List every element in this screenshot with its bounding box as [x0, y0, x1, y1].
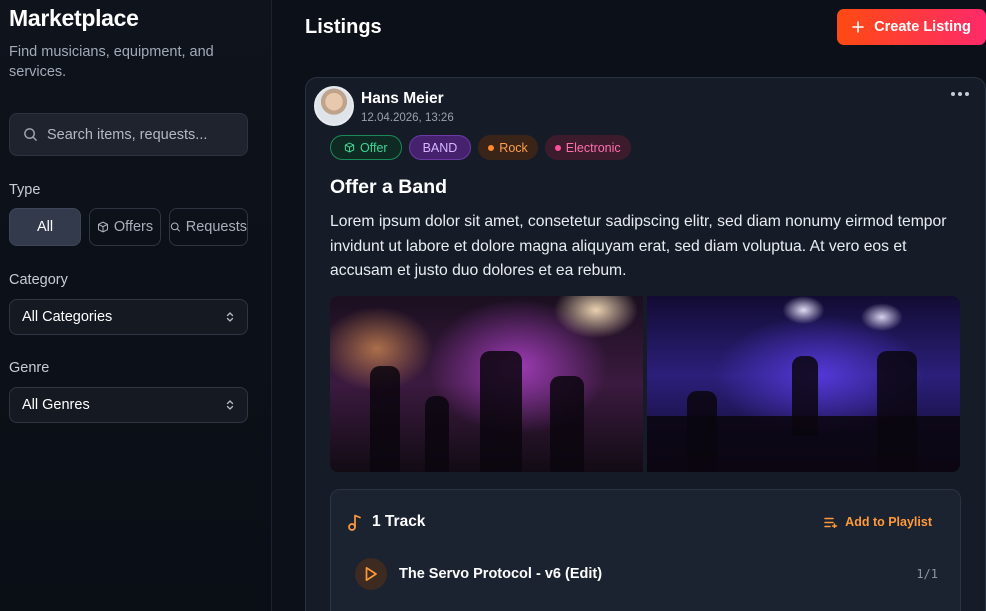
author-name[interactable]: Hans Meier	[361, 90, 444, 108]
category-label: Category	[9, 272, 68, 288]
tag-list: Offer BAND Rock Electronic	[330, 135, 631, 160]
search-icon	[170, 222, 180, 232]
tag-band: BAND	[408, 135, 472, 160]
page-title: Listings	[305, 16, 382, 38]
category-select-value: All Categories	[22, 309, 113, 325]
chevron-up-down-icon	[226, 400, 234, 410]
tag-offer: Offer	[330, 135, 402, 160]
gallery-photo-2[interactable]	[647, 296, 960, 472]
avatar[interactable]	[314, 86, 354, 126]
tag-band-label: BAND	[422, 140, 458, 155]
genre-select-value: All Genres	[22, 397, 90, 413]
search-box[interactable]	[9, 113, 248, 156]
genre-dot-icon	[554, 144, 561, 151]
type-requests-button[interactable]: Requests	[169, 208, 248, 246]
track-row[interactable]: The Servo Protocol - v6 (Edit) 1/1	[355, 557, 938, 591]
photo-gallery	[330, 296, 961, 472]
box-icon	[97, 221, 108, 233]
create-listing-label: Create Listing	[874, 19, 971, 35]
add-to-playlist-label: Add to Playlist	[845, 515, 932, 529]
category-select[interactable]: All Categories	[9, 299, 248, 335]
listing-description: Lorem ipsum dolor sit amet, consetetur s…	[330, 213, 947, 279]
gallery-photo-1[interactable]	[330, 296, 643, 472]
listing-card: Hans Meier 12.04.2026, 13:26 Offer BAND …	[305, 77, 986, 611]
track-position: 1/1	[916, 567, 938, 581]
music-note-icon	[348, 514, 361, 531]
tracks-count: 1 Track	[372, 513, 426, 530]
tag-offer-label: Offer	[360, 140, 388, 155]
search-input[interactable]	[47, 126, 237, 143]
tag-genre-rock: Rock	[478, 135, 538, 160]
listing-title: Offer a Band	[330, 176, 448, 198]
play-button[interactable]	[355, 558, 387, 590]
type-offers-label: Offers	[113, 219, 154, 235]
sidebar: Marketplace Find musicians, equipment, a…	[0, 0, 272, 611]
genre-dot-icon	[488, 144, 495, 151]
more-options-icon[interactable]	[951, 92, 969, 96]
tracks-panel: 1 Track Add to Playlist The Servo Protoc…	[330, 489, 961, 611]
tracks-header: 1 Track	[348, 513, 425, 531]
genre-select[interactable]: All Genres	[9, 387, 248, 423]
type-requests-label: Requests	[185, 219, 247, 235]
sidebar-title: Marketplace	[9, 5, 139, 31]
type-offers-button[interactable]: Offers	[89, 208, 161, 246]
post-date: 12.04.2026, 13:26	[361, 112, 454, 124]
playlist-add-icon	[824, 517, 838, 528]
search-icon	[24, 128, 37, 141]
add-to-playlist-button[interactable]: Add to Playlist	[824, 515, 932, 529]
app-root: Marketplace Find musicians, equipment, a…	[0, 0, 986, 611]
tag-rock-label: Rock	[499, 140, 528, 155]
main-content: Listings Create Listing Hans Meier 12.04…	[272, 0, 986, 611]
box-icon	[344, 142, 355, 153]
type-all-button[interactable]: All	[9, 208, 81, 246]
chevron-up-down-icon	[226, 312, 234, 322]
sidebar-subtitle: Find musicians, equipment, and services.	[9, 44, 214, 80]
create-listing-button[interactable]: Create Listing	[837, 9, 986, 45]
tag-electronic-label: Electronic	[565, 140, 621, 155]
type-label: Type	[9, 182, 41, 198]
play-icon	[365, 566, 377, 582]
track-title: The Servo Protocol - v6 (Edit)	[399, 566, 603, 582]
type-filter: All Offers Requests	[9, 208, 248, 246]
genre-label: Genre	[9, 360, 50, 376]
type-all-label: All	[36, 219, 54, 235]
plus-icon	[852, 21, 864, 33]
tag-genre-electronic: Electronic	[544, 135, 631, 160]
